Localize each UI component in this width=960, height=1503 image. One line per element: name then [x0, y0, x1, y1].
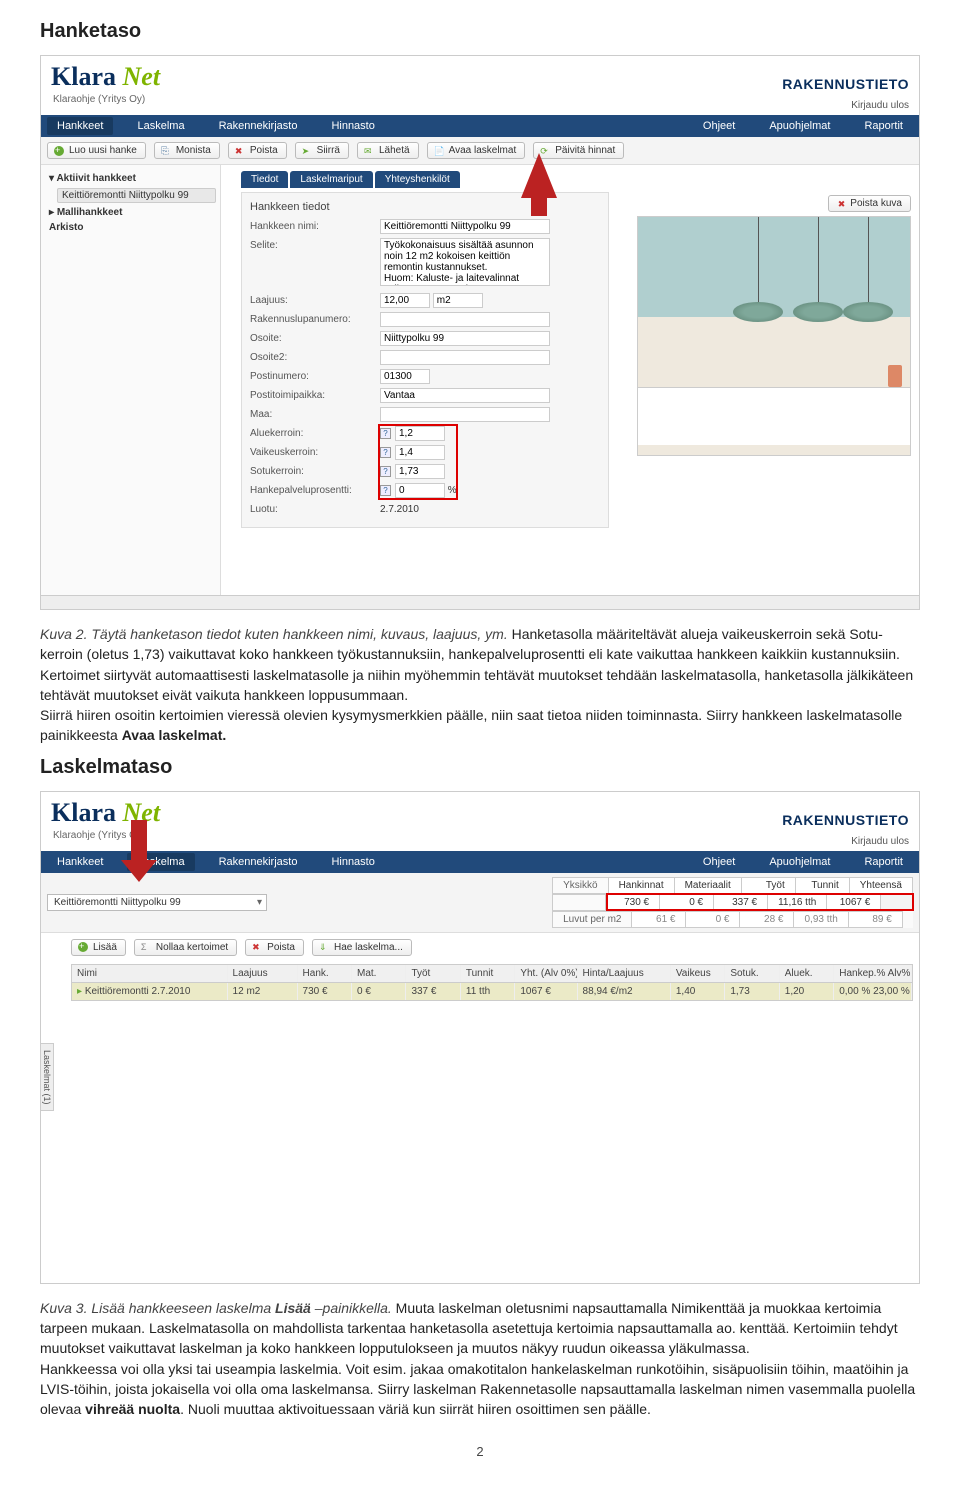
vaikeuskerroin-input[interactable] [395, 445, 445, 460]
logout-link[interactable]: Kirjaudu ulos [851, 830, 909, 847]
new-project-button[interactable]: Luo uusi hanke [47, 142, 146, 159]
sigma-icon [141, 942, 151, 952]
summary-perm2: Luvut per m2 61 € 0 € 28 € 0,93 tth 89 € [552, 911, 913, 928]
main-nav: Hankkeet Laskelma Rakennekirjasto Hinnas… [41, 851, 919, 873]
download-icon [319, 942, 329, 952]
tree-templates-header[interactable]: ▸ Mallihankkeet [45, 205, 216, 220]
help-icon[interactable]: ? [380, 466, 391, 477]
calc-grid: NimiLaajuusHank.Mat.TyötTunnitYht. (Alv … [71, 964, 913, 1001]
nav-hankkeet[interactable]: Hankkeet [47, 117, 113, 135]
remove-image-button[interactable]: Poista kuva [828, 195, 911, 212]
laajuus-input[interactable] [380, 293, 430, 308]
address-input[interactable] [380, 331, 550, 346]
nav-rakennekirjasto[interactable]: Rakennekirjasto [209, 117, 308, 135]
delete-button[interactable]: Poista [228, 142, 287, 159]
project-image [637, 216, 911, 456]
send-icon [364, 146, 374, 156]
reset-coef-button[interactable]: Nollaa kertoimet [134, 939, 237, 956]
delete-icon [252, 942, 262, 952]
name-input[interactable] [380, 219, 550, 234]
midtab-rows[interactable]: Laskelmariput [290, 171, 372, 188]
plus-icon [78, 942, 88, 952]
caption-kuva2: Kuva 2. Täytä hanketason tiedot kuten ha… [40, 624, 920, 746]
fetch-calc-button[interactable]: Hae laskelma... [312, 939, 412, 956]
country-input[interactable] [380, 407, 550, 422]
caption-kuva3: Kuva 3. Lisää hankkeeseen laskelma Lisää… [40, 1298, 920, 1420]
address2-input[interactable] [380, 350, 550, 365]
heading-hanketaso: Hanketaso [40, 20, 920, 43]
tree-project-item[interactable]: Keittiöremontti Niittypolku 99 [57, 188, 216, 203]
brand-rakennustieto: RAKENNUSTIETO [782, 76, 909, 92]
sotukerroin-input[interactable] [395, 464, 445, 479]
toolbar: Luo uusi hanke Monista Poista Siirrä Läh… [41, 137, 919, 165]
nav-rakennekirjasto[interactable]: Rakennekirjasto [209, 853, 308, 871]
nav-raportit[interactable]: Raportit [854, 853, 913, 871]
copy-icon [161, 146, 171, 156]
city-input[interactable] [380, 388, 550, 403]
permit-input[interactable] [380, 312, 550, 327]
midtab-info[interactable]: Tiedot [241, 171, 288, 188]
summary-values: 730 € 0 € 337 € 11,16 tth 1067 € [552, 894, 913, 911]
nav-hankkeet[interactable]: Hankkeet [47, 853, 113, 871]
nav-ohjeet[interactable]: Ohjeet [693, 853, 745, 871]
open-icon [434, 146, 444, 156]
plus-icon [54, 146, 64, 156]
org-name: Klaraohje (Yritys Oy) [53, 94, 145, 111]
screenshot-hanketaso: Klara Net RAKENNUSTIETO Klaraohje (Yrity… [40, 55, 920, 610]
aluekerroin-input[interactable] [395, 426, 445, 441]
move-button[interactable]: Siirrä [295, 142, 349, 159]
nav-hinnasto[interactable]: Hinnasto [321, 117, 384, 135]
hankepalvelu-input[interactable] [395, 483, 445, 498]
postal-input[interactable] [380, 369, 430, 384]
midtab-contacts[interactable]: Yhteyshenkilöt [375, 171, 460, 188]
project-tree: ▾ Aktiivit hankkeet Keittiöremontti Niit… [41, 165, 221, 595]
created-date: 2.7.2010 [380, 502, 419, 515]
duplicate-button[interactable]: Monista [154, 142, 220, 159]
send-button[interactable]: Lähetä [357, 142, 419, 159]
laajuus-unit[interactable] [433, 293, 483, 308]
nav-apuohjelmat[interactable]: Apuohjelmat [759, 117, 840, 135]
page-number: 2 [40, 1444, 920, 1459]
summary-header: Yksikkö Hankinnat Materiaalit Työt Tunni… [552, 877, 913, 894]
nav-apuohjelmat[interactable]: Apuohjelmat [759, 853, 840, 871]
nav-hinnasto[interactable]: Hinnasto [321, 853, 384, 871]
grid-header: NimiLaajuusHank.Mat.TyötTunnitYht. (Alv … [72, 965, 912, 983]
screenshot-laskelmataso: Klara Net RAKENNUSTIETO Klaraohje (Yrity… [40, 791, 920, 1284]
move-icon [302, 146, 312, 156]
desc-input[interactable]: Työkokonaisuus sisältää asunnon noin 12 … [380, 238, 550, 286]
delete-icon [235, 146, 245, 156]
del-calc-button[interactable]: Poista [245, 939, 304, 956]
callout-arrow-icon [121, 820, 157, 882]
nav-raportit[interactable]: Raportit [854, 117, 913, 135]
heading-laskelmataso: Laskelmataso [40, 756, 920, 779]
delete-icon [835, 199, 845, 209]
brand-rakennustieto: RAKENNUSTIETO [782, 812, 909, 828]
open-calcs-button[interactable]: Avaa laskelmat [427, 142, 526, 159]
scrollbar[interactable] [41, 595, 919, 609]
help-icon[interactable]: ? [380, 485, 391, 496]
logo-klara: Klara Net [51, 62, 160, 92]
project-dropdown[interactable]: Keittiöremontti Niittypolku 99 [47, 894, 267, 911]
nav-ohjeet[interactable]: Ohjeet [693, 117, 745, 135]
project-form: Hankkeen tiedot Hankkeen nimi: Selite:Ty… [241, 192, 609, 528]
help-icon[interactable]: ? [380, 428, 391, 439]
nav-laskelma[interactable]: Laskelma [127, 117, 194, 135]
logout-link[interactable]: Kirjaudu ulos [851, 94, 909, 111]
callout-arrow-icon [521, 153, 557, 198]
tree-active-header[interactable]: ▾ Aktiivit hankkeet [45, 171, 216, 186]
add-calc-button[interactable]: Lisää [71, 939, 126, 956]
tree-archive-header[interactable]: Arkisto [45, 220, 216, 235]
laskelmat-tab[interactable]: Laskelmat (1) [41, 1043, 54, 1112]
main-nav: Hankkeet Laskelma Rakennekirjasto Hinnas… [41, 115, 919, 137]
help-icon[interactable]: ? [380, 447, 391, 458]
form-title: Hankkeen tiedot [250, 201, 600, 213]
grid-row[interactable]: ▸ Keittiöremontti 2.7.201012 m2730 €0 €3… [72, 983, 912, 1000]
